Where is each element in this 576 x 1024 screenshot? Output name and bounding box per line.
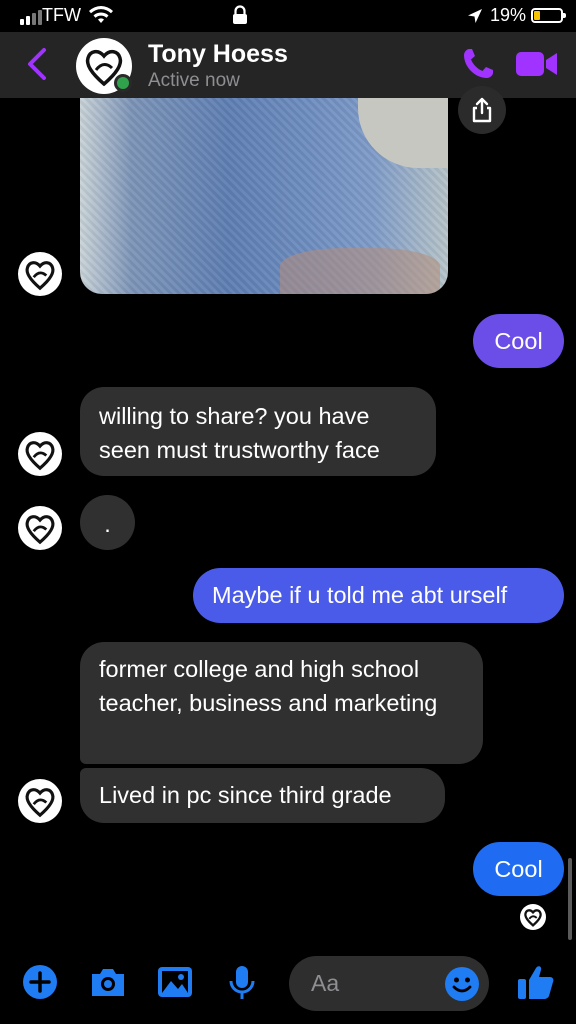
online-indicator <box>114 74 132 92</box>
location-icon <box>466 7 484 30</box>
video-call-button[interactable] <box>514 48 560 80</box>
message-bubble-incoming[interactable]: willing to share? you have seen must tru… <box>80 387 436 476</box>
microphone-button[interactable] <box>226 964 258 1007</box>
call-button[interactable] <box>460 46 496 82</box>
contact-status: Active now <box>148 70 240 91</box>
plus-icon <box>23 965 57 999</box>
message-bubble-incoming[interactable]: . <box>80 495 135 550</box>
status-bar: TFW 19% <box>0 0 576 32</box>
add-button[interactable] <box>22 964 58 1005</box>
carrier-label: TFW <box>42 5 81 25</box>
scrollbar[interactable] <box>568 858 572 940</box>
signal-icon <box>20 10 42 25</box>
image-icon <box>158 967 192 997</box>
sender-avatar[interactable] <box>18 432 62 476</box>
camera-button[interactable] <box>88 964 128 1005</box>
share-icon <box>472 97 492 123</box>
video-camera-icon <box>516 52 557 76</box>
message-bubble-incoming[interactable]: Lived in pc since third grade <box>80 768 445 823</box>
shared-photo[interactable] <box>80 98 448 294</box>
sender-avatar[interactable] <box>18 506 62 550</box>
sender-avatar[interactable] <box>18 779 62 823</box>
gallery-button[interactable] <box>156 964 194 1005</box>
camera-icon <box>92 969 124 996</box>
phone-icon <box>464 49 493 78</box>
message-bubble-outgoing[interactable]: Cool <box>473 314 564 368</box>
like-button[interactable] <box>516 962 556 1007</box>
back-chevron-icon <box>28 48 46 80</box>
wifi-icon <box>88 5 114 30</box>
sender-avatar[interactable] <box>18 252 62 296</box>
microphone-icon <box>229 966 255 999</box>
battery-percent: 19% <box>490 5 527 25</box>
back-button[interactable] <box>24 46 54 82</box>
message-bubble-outgoing[interactable]: Maybe if u told me abt urself <box>193 568 564 623</box>
lock-icon <box>232 5 248 30</box>
emoji-icon <box>445 967 479 1001</box>
read-receipt-avatar <box>520 904 546 930</box>
message-bubble-incoming[interactable]: former college and high school teacher, … <box>80 642 483 764</box>
message-bubble-outgoing[interactable]: Cool <box>473 842 564 896</box>
thumbs-up-icon <box>518 966 554 999</box>
message-composer <box>0 940 576 1024</box>
emoji-button[interactable] <box>444 966 480 1007</box>
contact-name[interactable]: Tony Hoess <box>148 40 288 69</box>
battery-icon <box>531 8 566 23</box>
share-button[interactable] <box>458 86 506 134</box>
